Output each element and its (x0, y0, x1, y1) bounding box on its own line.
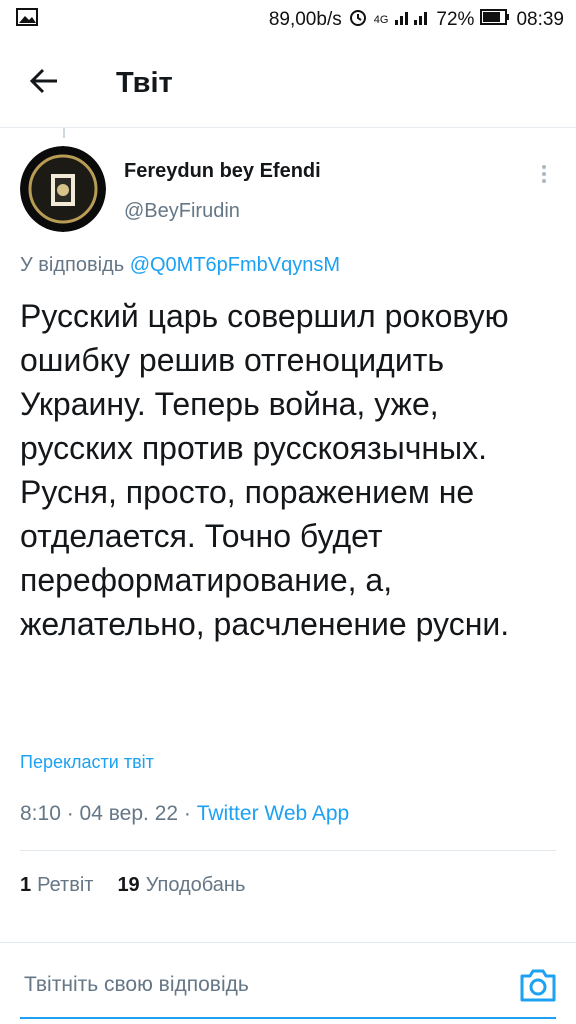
translate-tweet-link[interactable]: Перекласти твіт (20, 752, 154, 773)
alarm-icon (348, 7, 368, 33)
network-type: 4G (373, 14, 389, 26)
battery-icon (480, 9, 510, 31)
app-bar: Твіт (0, 40, 576, 128)
battery-percent: 72% (436, 9, 475, 30)
retweets-label: Ретвіт (37, 874, 94, 896)
signal-icon (394, 8, 430, 32)
camera-button[interactable] (518, 967, 558, 1003)
reply-composer: Твітніть свою відповідь (0, 942, 576, 1024)
arrow-left-icon (29, 68, 59, 99)
gallery-notification-icon (16, 8, 38, 32)
author-handle[interactable]: @BeyFirudin (124, 200, 240, 223)
tweet-date: 04 вер. 22 (79, 802, 179, 825)
retweets-stat[interactable]: 1 Ретвіт (20, 874, 93, 897)
meta-separator: · (183, 802, 197, 825)
more-options-button[interactable] (528, 160, 560, 192)
status-indicators: 89,00b/s 4G 72% 08:39 (269, 7, 564, 33)
reply-prefix: У відповідь (20, 254, 125, 276)
tweet-time: 8:10 (20, 802, 61, 825)
reply-input-underline (20, 1017, 556, 1019)
retweets-count: 1 (20, 874, 32, 896)
back-button[interactable] (14, 54, 74, 114)
network-speed: 89,00b/s (268, 9, 342, 30)
thread-connector (63, 128, 65, 138)
reply-mention-link[interactable]: @Q0MT6pFmbVqynsM (130, 254, 340, 276)
more-vertical-icon (541, 164, 547, 189)
status-bar: 89,00b/s 4G 72% 08:39 (0, 0, 576, 40)
likes-stat[interactable]: 19 Уподобань (117, 874, 245, 897)
divider (20, 850, 556, 851)
meta-separator: · (66, 802, 80, 825)
tweet-text: Русский царь совершил роковую ошибку реш… (20, 298, 510, 642)
tweet-source-link[interactable]: Twitter Web App (197, 802, 350, 825)
clock: 08:39 (516, 9, 564, 30)
reply-input[interactable]: Твітніть свою відповідь (24, 973, 249, 997)
page-title: Твіт (116, 67, 173, 99)
reply-context: У відповідь @Q0MT6pFmbVqynsM (20, 254, 340, 277)
author-name[interactable]: Fereydun bey Efendi (124, 160, 321, 183)
likes-label: Уподобань (145, 874, 246, 896)
likes-count: 19 (117, 874, 140, 896)
camera-icon (518, 969, 558, 1007)
tweet-stats: 1 Ретвіт 19 Уподобань (20, 874, 245, 897)
avatar[interactable] (20, 146, 106, 232)
tweet-meta: 8:10 · 04 вер. 22 · Twitter Web App (20, 802, 349, 826)
